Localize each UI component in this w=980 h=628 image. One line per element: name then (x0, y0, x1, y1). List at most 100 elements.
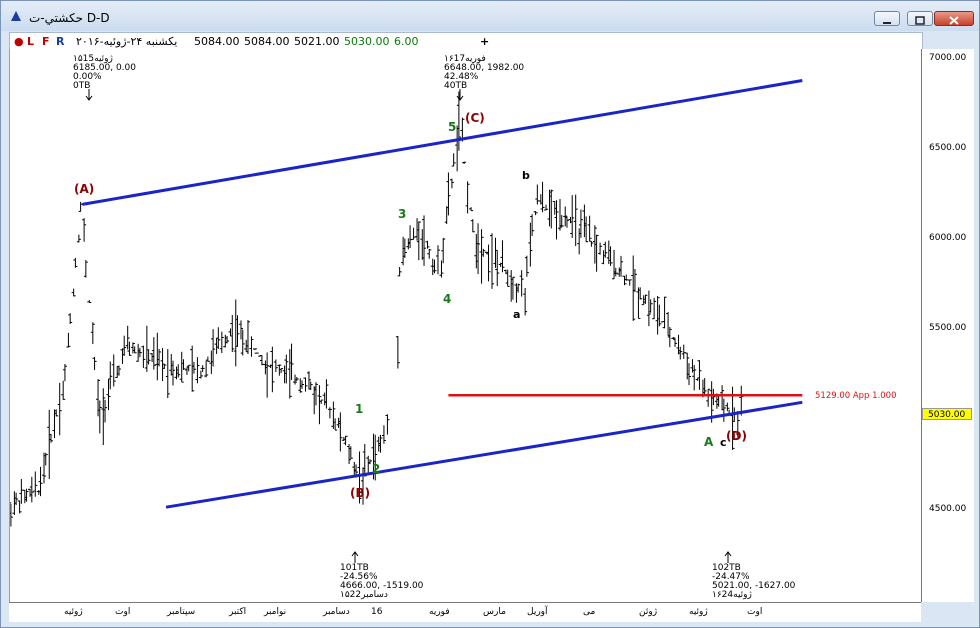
wave-label-b: b (522, 169, 530, 182)
pivot-b-line4: ۱۵دسامبر22 (340, 590, 388, 600)
wave-label-c: c (720, 436, 727, 449)
time-tick: فوریه (429, 607, 450, 617)
toggle-f[interactable]: F (42, 35, 50, 48)
price-axis[interactable]: 7000.00 6500.00 6000.00 5500.00 5000.00 … (921, 49, 974, 602)
wave-label-a-cap: (A) (74, 182, 94, 196)
ohlc-bar (524, 255, 529, 277)
ohlc-bar (265, 352, 270, 398)
pivot-a-line4: 0TB (73, 81, 90, 91)
time-tick: اکتبر (229, 607, 247, 617)
time-tick: ژوئیه (64, 607, 83, 617)
ohlc-bar (57, 382, 62, 436)
close-value: 5030.00 (344, 35, 390, 48)
wave-label-4: 4 (443, 292, 451, 306)
time-tick: اوت (747, 607, 763, 617)
title-bar[interactable]: حکشتي-ت D-D (1, 1, 979, 31)
price-tick: 7000.00 (929, 53, 967, 63)
ohlc-bar (90, 322, 95, 345)
ohlc-bar (195, 357, 200, 384)
window-title: حکشتي-ت D-D (29, 11, 110, 25)
close-button[interactable] (934, 11, 974, 26)
time-tick: 16 (371, 607, 383, 617)
restore-button[interactable] (907, 11, 933, 26)
time-tick: اوت (115, 607, 131, 617)
ohlc-bar (252, 348, 257, 351)
pivot-d-line4: ۱۶ژوئیه24 (712, 590, 752, 600)
chart-plot-area[interactable]: 5129.00 App 1.000 ۱۵ژوئیه15 6185.00, 0.0… (7, 49, 922, 602)
close-icon (949, 16, 959, 25)
ohlc-bar (411, 227, 416, 240)
toggle-l[interactable]: L (27, 35, 34, 48)
ohlc-bar (523, 288, 528, 316)
ohlc-bar (470, 219, 475, 233)
bar-date: یکشنبه ۲۴-ژوئیه-۲۰۱۶ (76, 35, 178, 48)
time-tick: ژوئیه (689, 607, 708, 617)
price-tick: 6000.00 (929, 233, 967, 243)
ohlc-bar (78, 201, 83, 212)
ohlc-bar (652, 297, 657, 320)
wave-label-c-cap: (C) (465, 111, 485, 125)
low-value: 5021.00 (294, 35, 340, 48)
ohlc-bar (425, 240, 430, 249)
ohlc-bar (681, 344, 686, 359)
ohlc-bar (449, 178, 454, 189)
time-axis[interactable]: ژوئیه اوت سپتامبر اکتبر نوامبر دسامبر 16… (9, 602, 921, 622)
minimize-button[interactable] (874, 11, 900, 26)
ohlc-bar (83, 260, 88, 278)
ohlc-bar (662, 296, 667, 329)
restore-icon (915, 16, 925, 25)
wave-label-a: a (513, 308, 520, 321)
ohlc-bar (395, 335, 400, 369)
ohlc-bar (469, 207, 474, 212)
ohlc-bar (249, 336, 254, 357)
wave-label-1: 1 (355, 402, 363, 416)
upper-channel-line[interactable] (82, 79, 803, 206)
price-tick: 6500.00 (929, 143, 967, 153)
ohlc-bar (397, 267, 402, 277)
ohlc-bar (589, 240, 594, 247)
ohlc-bar (706, 388, 711, 407)
time-tick: ژوئن (639, 607, 658, 617)
horizontal-line-label: 5129.00 App 1.000 (815, 391, 897, 401)
ohlc-bar (544, 204, 549, 211)
ohlc-bar (47, 409, 52, 480)
wave-label-d-cap: (D) (726, 429, 747, 443)
minimize-icon (883, 22, 891, 24)
time-tick: سپتامبر (167, 607, 196, 617)
ohlc-bar (573, 194, 578, 247)
ohlc-bar (8, 503, 13, 527)
ohlc-bar (111, 354, 116, 387)
ohlc-bar (68, 313, 73, 325)
ohlc-bar (465, 181, 470, 214)
chart-window: حکشتي-ت D-D ● L F R یکشنبه ۲۴-ژوئیه-۲۰۱۶… (0, 0, 980, 628)
ohlc-bar (451, 153, 456, 167)
price-chart[interactable]: 5129.00 App 1.000 ۱۵ژوئیه15 6185.00, 0.0… (7, 49, 922, 602)
ohlc-bar (533, 211, 538, 216)
ohlc-bar (87, 300, 92, 304)
pivot-b-arrow-icon (351, 551, 359, 563)
ohlc-bar (435, 245, 440, 275)
ohlc-bar (144, 325, 149, 372)
ohlc-bar (317, 385, 322, 425)
wave-label-5: 5 (448, 120, 456, 134)
wave-label-3: 3 (398, 207, 406, 221)
ohlc-bar (61, 380, 66, 400)
ohlc-bar (62, 363, 67, 382)
ohlc-bar (141, 345, 146, 368)
time-tick: آوریل (527, 607, 548, 617)
ohlc-bar (673, 338, 678, 347)
plus-icon[interactable]: + (480, 35, 489, 48)
ohlc-bar (66, 332, 71, 348)
ohlc-bar (165, 349, 170, 399)
ohlc-bar (270, 346, 275, 393)
ohlc-bar (327, 407, 332, 419)
ohlc-bar (366, 455, 371, 473)
toggle-r[interactable]: R (56, 35, 64, 48)
ohlc-bar (427, 248, 432, 259)
ohlc-bar (92, 356, 97, 371)
ohlc-bar (19, 478, 24, 504)
ohlc-bar (490, 233, 495, 289)
wave-label-b-cap: (B) (350, 486, 370, 500)
price-tick: 5500.00 (929, 323, 967, 333)
lower-channel-line[interactable] (165, 400, 803, 509)
